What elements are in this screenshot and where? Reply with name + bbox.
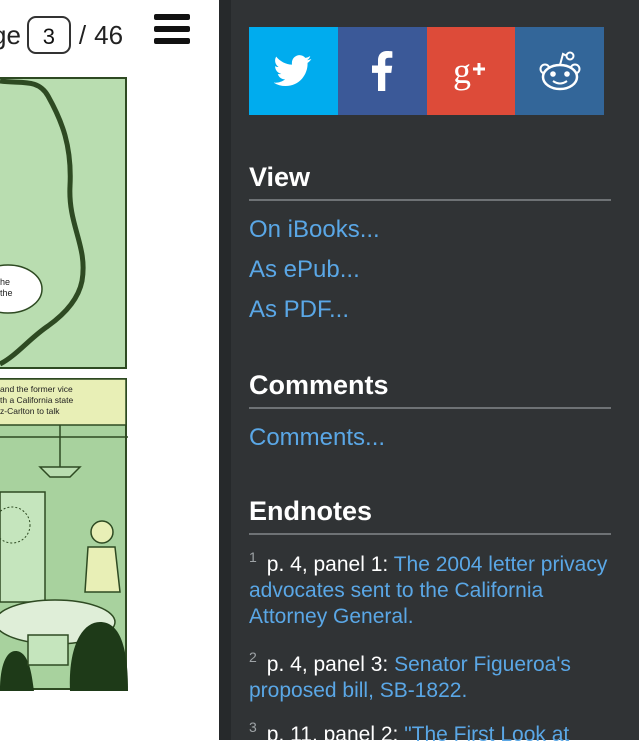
page-navigator: ge 3 / 46 xyxy=(0,13,123,57)
comments-heading: Comments xyxy=(249,370,611,409)
endnote-reference: p. 4, panel 1: xyxy=(266,553,389,576)
twitter-icon xyxy=(274,55,312,87)
comments-link[interactable]: Comments... xyxy=(249,424,385,452)
endnotes-heading: Endnotes xyxy=(249,496,611,535)
share-google-plus-button[interactable]: g xyxy=(426,27,516,115)
page-label: ge xyxy=(0,19,21,50)
hamburger-icon[interactable] xyxy=(152,12,192,48)
page-separator: / xyxy=(78,19,87,50)
share-facebook-button[interactable] xyxy=(337,27,427,115)
endnote-number: 1 xyxy=(249,549,257,565)
endnote-link[interactable]: "The First Look at xyxy=(404,723,569,746)
comic-caption-line: th a California state xyxy=(0,395,74,405)
page-total: 46 xyxy=(94,19,124,50)
svg-text:g: g xyxy=(453,51,471,91)
comic-caption-line: z-Carlton to talk xyxy=(0,406,60,416)
view-as-pdf-link[interactable]: As PDF... xyxy=(249,296,349,324)
endnote-item: 2 p. 4, panel 3: Senator Figueroa's propo… xyxy=(249,649,611,704)
comic-panel-top: he the xyxy=(0,77,127,369)
endnote-reference: p. 4, panel 3: xyxy=(266,653,389,676)
endnote-item: 3 p. 11, panel 2: "The First Look at xyxy=(249,719,611,748)
comic-bubble-line: he xyxy=(0,277,10,287)
endnote-number: 3 xyxy=(249,719,257,735)
facebook-icon xyxy=(372,51,393,91)
endnote-item: 1 p. 4, panel 1: The 2004 letter privacy … xyxy=(249,549,611,630)
reddit-icon xyxy=(539,51,581,91)
endnote-number: 2 xyxy=(249,649,257,665)
share-bar: g xyxy=(249,27,604,115)
comic-reader-pane: ge 3 / 46 he the and the former vice th … xyxy=(0,0,220,740)
view-heading: View xyxy=(249,162,611,201)
sidebar-edge xyxy=(219,0,231,740)
view-on-ibooks-link[interactable]: On iBooks... xyxy=(249,216,380,244)
google-plus-icon: g xyxy=(453,51,485,91)
page-number-input[interactable]: 3 xyxy=(26,16,71,54)
comic-caption-line: and the former vice xyxy=(0,384,73,394)
comic-bubble-line: the xyxy=(0,288,13,298)
share-reddit-button[interactable] xyxy=(515,27,604,115)
endnote-reference: p. 11, panel 2: xyxy=(266,723,399,746)
view-as-epub-link[interactable]: As ePub... xyxy=(249,256,360,284)
share-twitter-button[interactable] xyxy=(249,27,338,115)
comic-panel-bottom: and the former vice th a California stat… xyxy=(0,378,128,691)
